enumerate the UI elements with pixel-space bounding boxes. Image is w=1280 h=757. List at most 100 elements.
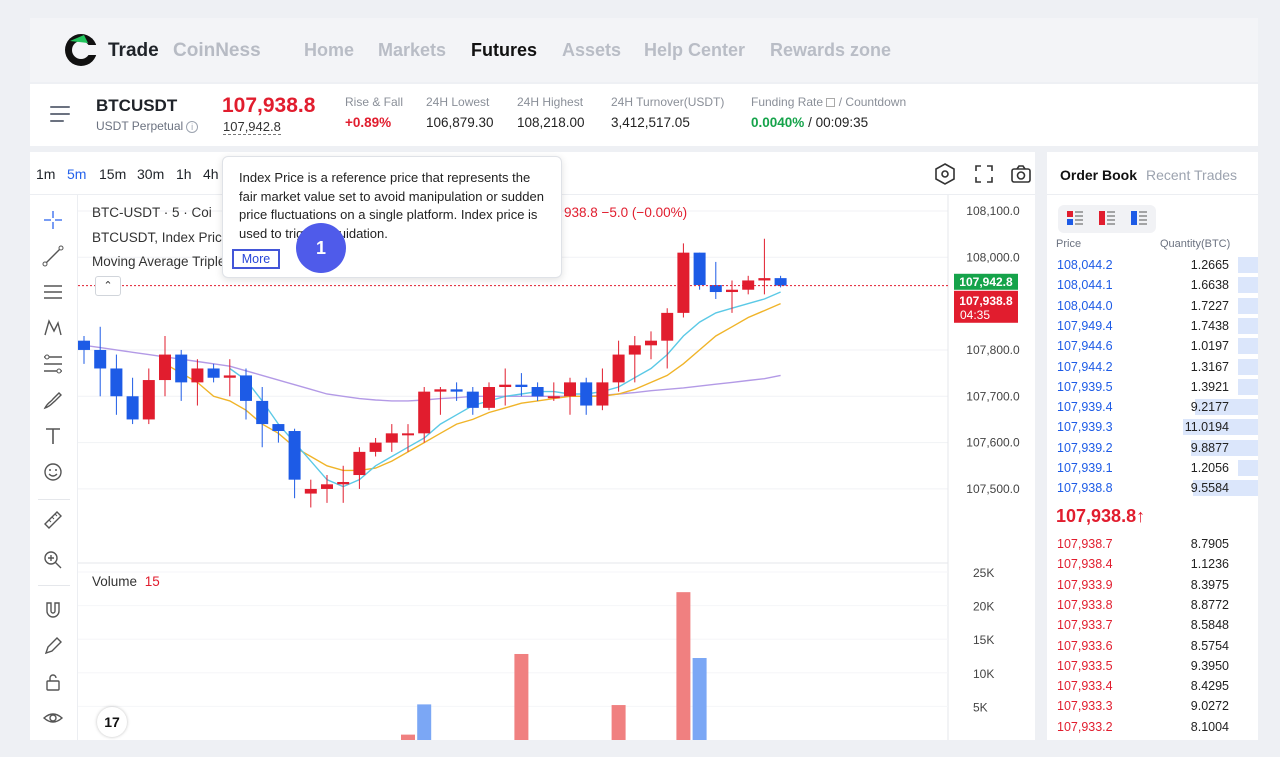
candle-body: [758, 278, 771, 281]
ask-row[interactable]: 107,944.2 1.3167: [1047, 357, 1258, 377]
pencil-lock-icon[interactable]: [42, 635, 64, 657]
settings-hexagon-icon[interactable]: [933, 162, 957, 186]
camera-icon[interactable]: [1009, 162, 1033, 186]
emoji-icon[interactable]: [42, 461, 64, 483]
trendline-icon[interactable]: [42, 245, 64, 267]
brand-sub[interactable]: CoinNess: [173, 40, 261, 62]
bid-price: 107,933.9: [1057, 577, 1113, 592]
ask-row[interactable]: 107,939.1 1.2056: [1047, 458, 1258, 478]
candle-body: [515, 384, 528, 388]
stat-24h-low: 24H Lowest 106,879.30: [426, 95, 494, 130]
bid-row[interactable]: 107,933.2 8.1004: [1047, 717, 1258, 737]
view-bids-icon[interactable]: [1099, 211, 1115, 225]
bid-row[interactable]: 107,933.7 8.5848: [1047, 615, 1258, 635]
ask-quantity: 1.2665: [1190, 258, 1229, 272]
menu-icon[interactable]: [50, 106, 70, 122]
tf-15m[interactable]: 15m: [99, 166, 126, 182]
magnet-icon[interactable]: [42, 599, 64, 621]
tradingview-logo-icon[interactable]: 17: [97, 707, 127, 737]
tf-1h[interactable]: 1h: [176, 166, 192, 182]
ask-row[interactable]: 107,944.6 1.0197: [1047, 336, 1258, 356]
view-both-icon[interactable]: [1067, 211, 1083, 225]
legend-symbol: BTC-USDT · 5 · Coi: [92, 205, 212, 220]
candle-body: [207, 368, 220, 378]
depth-bar: [1238, 338, 1258, 355]
crosshair-icon[interactable]: [42, 209, 64, 231]
bid-row[interactable]: 107,938.7 8.7905: [1047, 534, 1258, 554]
ask-row[interactable]: 108,044.0 1.7227: [1047, 296, 1258, 316]
last-price: 107,938.8: [222, 94, 316, 117]
bid-row[interactable]: 107,938.4 1.1236: [1047, 554, 1258, 574]
ask-row[interactable]: 107,939.4 9.2177: [1047, 397, 1258, 417]
eye-icon[interactable]: [42, 707, 64, 729]
ask-row[interactable]: 107,938.8 9.5584: [1047, 478, 1258, 498]
bid-row[interactable]: 107,933.9 8.3975: [1047, 575, 1258, 595]
info-icon[interactable]: i: [186, 120, 199, 133]
quantity-header: Quantity(BTC): [1160, 238, 1231, 250]
ask-row[interactable]: 107,939.3 11.0194: [1047, 417, 1258, 437]
bid-quantity: 8.5754: [1190, 638, 1229, 653]
ask-row[interactable]: 107,939.2 9.8877: [1047, 438, 1258, 458]
tab-recent-trades[interactable]: Recent Trades: [1146, 167, 1237, 183]
nav-futures[interactable]: Futures: [471, 40, 537, 61]
coinness-logo-icon[interactable]: [64, 33, 98, 67]
ask-row[interactable]: 107,949.4 1.7438: [1047, 316, 1258, 336]
tf-4h[interactable]: 4h: [203, 166, 219, 182]
fib-icon[interactable]: [42, 353, 64, 375]
candle-body: [450, 389, 463, 392]
ask-row[interactable]: 107,939.5 1.3921: [1047, 377, 1258, 397]
symbol-name[interactable]: BTCUSDT: [96, 96, 177, 116]
pattern-icon[interactable]: [42, 317, 64, 339]
fullscreen-icon[interactable]: [972, 162, 996, 186]
nav-help-center[interactable]: Help Center: [644, 40, 745, 61]
index-price[interactable]: 107,942.8: [223, 120, 281, 135]
ask-row[interactable]: 108,044.1 1.6638: [1047, 275, 1258, 295]
bid-price: 107,938.7: [1057, 537, 1113, 551]
text-icon[interactable]: [42, 425, 64, 447]
nav-home[interactable]: Home: [304, 40, 354, 61]
price-axis-label: 107,600.0: [966, 436, 1020, 450]
external-link-icon[interactable]: [826, 98, 836, 107]
candle-body: [240, 375, 252, 401]
ask-quantity: 1.7438: [1190, 318, 1229, 333]
view-asks-icon[interactable]: [1131, 211, 1147, 225]
bid-row[interactable]: 107,933.5 9.3950: [1047, 656, 1258, 676]
volume-axis-label: 25K: [973, 566, 994, 580]
candle-body: [385, 433, 398, 443]
nav-assets[interactable]: Assets: [562, 40, 621, 61]
bid-row[interactable]: 107,933.8 8.8772: [1047, 595, 1258, 615]
bid-row[interactable]: 107,933.4 8.4295: [1047, 676, 1258, 696]
tf-30m[interactable]: 30m: [137, 166, 164, 182]
orderbook-divider: [1047, 194, 1258, 195]
zoom-in-icon[interactable]: [42, 549, 64, 571]
ask-row[interactable]: 108,044.2 1.2665: [1047, 255, 1258, 275]
horizontal-lines-icon[interactable]: [42, 281, 64, 303]
more-link[interactable]: More: [232, 249, 280, 269]
tf-1m[interactable]: 1m: [36, 166, 55, 182]
step-badge: 1: [296, 223, 346, 273]
nav-rewards-zone[interactable]: Rewards zone: [770, 40, 891, 61]
tools-divider: [38, 499, 70, 500]
lock-icon[interactable]: [42, 671, 64, 693]
stat-24h-high: 24H Highest 108,218.00: [517, 95, 585, 130]
brush-icon[interactable]: [42, 389, 64, 411]
ask-price: 107,949.4: [1057, 318, 1113, 333]
tf-5m[interactable]: 5m: [67, 166, 86, 182]
collapse-legend-button[interactable]: ⌃: [95, 276, 121, 296]
volume-bar: [417, 704, 432, 740]
bid-row[interactable]: 107,933.6 8.5754: [1047, 636, 1258, 656]
ruler-icon[interactable]: [42, 509, 64, 531]
bid-row[interactable]: 107,933.3 9.0272: [1047, 696, 1258, 716]
price-axis-label: 107,700.0: [966, 389, 1020, 403]
volume-bar: [514, 653, 529, 740]
tab-order-book[interactable]: Order Book: [1060, 167, 1137, 183]
bid-price: 107,933.4: [1057, 679, 1113, 694]
mid-price: 107,938.8↑: [1056, 506, 1146, 526]
countdown-tag: 04:35: [960, 308, 990, 322]
brand-name[interactable]: Trade: [108, 40, 159, 62]
bid-quantity: 8.5848: [1190, 618, 1229, 633]
funding-label[interactable]: Funding Rate: [751, 95, 823, 109]
funding-label-row: Funding Rate / Countdown: [751, 95, 906, 109]
nav-markets[interactable]: Markets: [378, 40, 446, 61]
candle-body: [564, 382, 576, 397]
